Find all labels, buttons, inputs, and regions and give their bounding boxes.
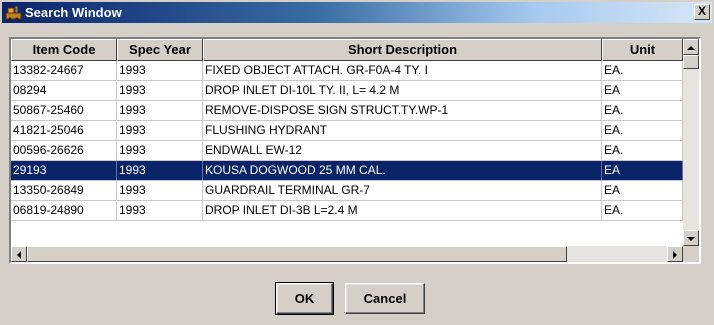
title-bar[interactable]: Search Window X: [2, 2, 712, 23]
vertical-scroll-thumb[interactable]: [683, 55, 699, 69]
horizontal-scroll-thumb[interactable]: [27, 246, 567, 262]
cell-desc: GUARDRAIL TERMINAL GR-7: [203, 181, 602, 200]
cell-desc: REMOVE-DISPOSE SIGN STRUCT.TY.WP-1: [203, 101, 602, 120]
cell-desc: ENDWALL EW-12: [203, 141, 602, 160]
scroll-up-button[interactable]: [683, 39, 699, 55]
scroll-left-button[interactable]: [11, 246, 27, 262]
scroll-down-button[interactable]: [683, 230, 699, 246]
arrow-up-icon: [687, 46, 695, 50]
cell-desc: DROP INLET DI-10L TY. II, L= 4.2 M: [203, 81, 602, 100]
cell-year: 1993: [117, 121, 203, 140]
cell-unit: EA.: [602, 141, 683, 160]
cell-desc: FLUSHING HYDRANT: [203, 121, 602, 140]
scroll-right-button[interactable]: [667, 246, 683, 262]
cell-desc: DROP INLET DI-3B L=2.4 M: [203, 201, 602, 220]
column-header-spec-year[interactable]: Spec Year: [117, 39, 203, 61]
close-button[interactable]: X: [694, 4, 710, 20]
table-row[interactable]: 41821-25046 1993 FLUSHING HYDRANT EA.: [11, 121, 683, 141]
search-window: Search Window X Item Code Spec Year Shor…: [0, 0, 714, 325]
scrollbar-corner: [683, 246, 699, 262]
cell-year: 1993: [117, 81, 203, 100]
ok-button[interactable]: OK: [275, 282, 334, 315]
cell-desc: KOUSA DOGWOOD 25 MM CAL.: [203, 161, 602, 180]
search-results-grid[interactable]: Item Code Spec Year Short Description Un…: [9, 37, 701, 264]
cell-unit: EA.: [602, 201, 683, 220]
horizontal-scrollbar[interactable]: [11, 246, 699, 262]
table-row[interactable]: 13350-26849 1993 GUARDRAIL TERMINAL GR-7 EA: [11, 181, 683, 201]
cell-code: 29193: [11, 161, 117, 180]
table-row[interactable]: 06819-24890 1993 DROP INLET DI-3B L=2.4 ME…: [11, 201, 683, 221]
cell-code: 13382-24667: [11, 61, 117, 80]
arrow-down-icon: [687, 237, 695, 241]
cell-unit: EA: [602, 81, 683, 100]
cell-code: 41821-25046: [11, 121, 117, 140]
cell-year: 1993: [117, 101, 203, 120]
cell-code: 06819-24890: [11, 201, 117, 220]
cell-unit: EA.: [602, 61, 683, 80]
cell-unit: EA.: [602, 101, 683, 120]
table-row[interactable]: 00596-26626 1993 ENDWALL EW-12 EA.: [11, 141, 683, 161]
arrow-right-icon: [673, 251, 677, 259]
cell-code: 13350-26849: [11, 181, 117, 200]
column-header-item-code[interactable]: Item Code: [11, 39, 117, 61]
cell-unit: EA: [602, 181, 683, 200]
table-row[interactable]: 08294 1993 DROP INLET DI-10L TY. II, L= 4.…: [11, 81, 683, 101]
cell-unit: EA: [602, 161, 683, 180]
vertical-scrollbar[interactable]: [683, 39, 699, 246]
cell-unit: EA.: [602, 121, 683, 140]
cell-year: 1993: [117, 61, 203, 80]
cell-code: 08294: [11, 81, 117, 100]
cell-year: 1993: [117, 201, 203, 220]
cell-desc: FIXED OBJECT ATTACH. GR-F0A-4 TY. I: [203, 61, 602, 80]
table-row[interactable]: 13382-24667 1993 FIXED OBJECT ATTACH. GR-F…: [11, 61, 683, 81]
cell-year: 1993: [117, 141, 203, 160]
arrow-left-icon: [17, 251, 21, 259]
cancel-button[interactable]: Cancel: [345, 283, 425, 314]
cell-year: 1993: [117, 161, 203, 180]
column-header-unit[interactable]: Unit: [602, 39, 683, 61]
column-header-short-description[interactable]: Short Description: [203, 39, 602, 61]
table-row[interactable]: 29193 1993 KOUSA DOGWOOD 25 MM CAL. EA: [11, 161, 683, 181]
cell-code: 00596-26626: [11, 141, 117, 160]
app-icon: [5, 5, 22, 20]
window-title: Search Window: [25, 5, 122, 20]
cell-year: 1993: [117, 181, 203, 200]
cell-code: 50867-25460: [11, 101, 117, 120]
table-row[interactable]: 50867-25460 1993 REMOVE-DISPOSE SIGN STRUC…: [11, 101, 683, 121]
